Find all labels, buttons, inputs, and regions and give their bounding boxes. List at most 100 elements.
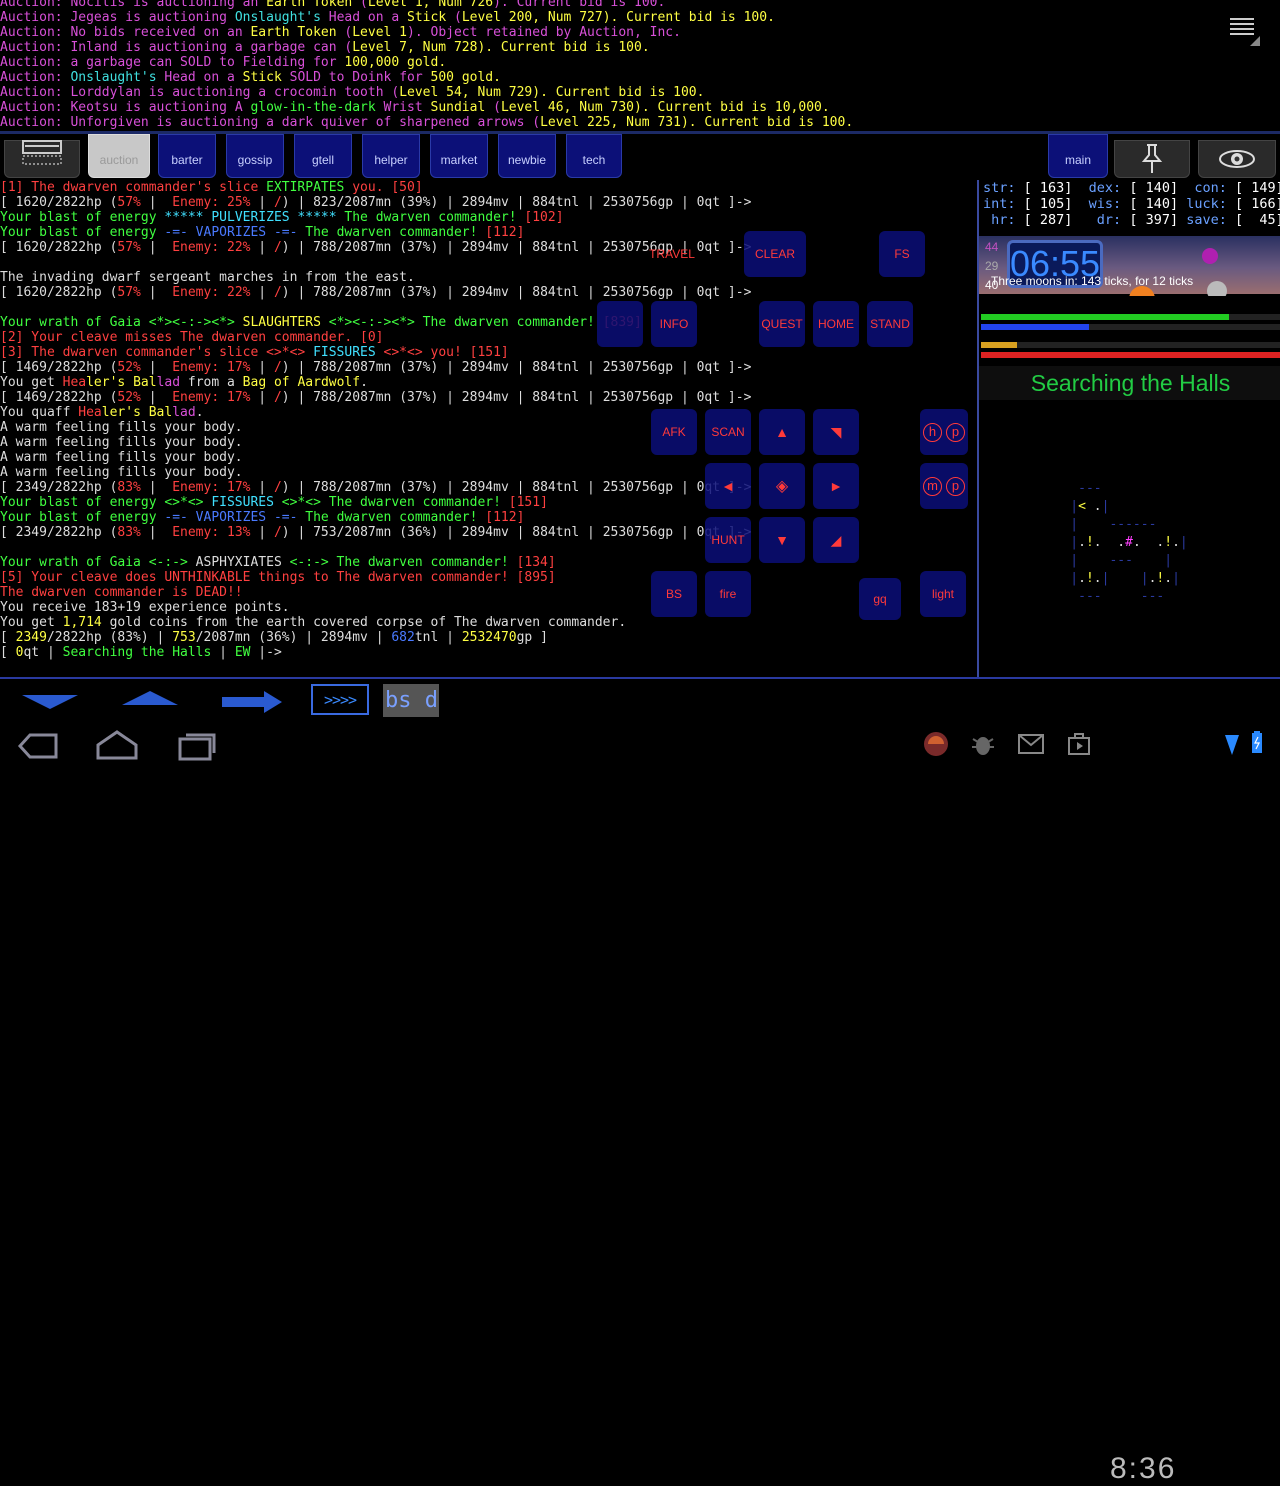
tab-auction[interactable]: auction [88, 134, 150, 178]
pin-icon [1141, 144, 1163, 173]
home-button[interactable]: HOME [813, 301, 859, 347]
fire-button[interactable]: fire [705, 571, 751, 617]
text-segment: ). Current bid is 100. [532, 85, 705, 100]
tab-main[interactable]: main [1048, 134, 1108, 178]
tab-eye[interactable] [1198, 140, 1276, 178]
move-northeast-button[interactable]: ◥ [813, 409, 859, 455]
hunt-button[interactable]: HUNT [705, 517, 751, 563]
text-segment: < [1078, 499, 1086, 514]
text-segment: . [1164, 571, 1173, 586]
text-segment: You get [0, 375, 63, 390]
c1-button[interactable]: c1 [597, 301, 643, 347]
text-segment: 500 [430, 70, 454, 85]
tab-barter[interactable]: barter [158, 134, 216, 178]
text-segment: [1] The dwarven commander's slice [0, 180, 267, 195]
scroll-up-icon[interactable] [122, 687, 178, 707]
output-line: You quaff Healer's Ballad. [0, 405, 751, 420]
auto-send-toggle[interactable]: >>>> [311, 684, 369, 715]
moon-clock-widget: 44 29 40 06:55 Three moons in: 143 ticks… [979, 236, 1280, 312]
move-east-button[interactable]: ► [813, 463, 859, 509]
store-icon[interactable] [1066, 732, 1092, 756]
text-segment: a garbage can [70, 55, 181, 70]
mail-icon[interactable] [1018, 734, 1044, 754]
tab-newbie[interactable]: newbie [498, 134, 556, 178]
auction-line: Auction: No bids received on an Earth To… [0, 25, 853, 40]
text-segment: -=- VAPORIZES -=- [164, 510, 298, 525]
output-line: Your wrath of Gaia <-:-> ASPHYXIATES <-:… [0, 555, 751, 570]
text-segment: Wrist [375, 100, 431, 115]
text-segment: gold. [454, 70, 501, 85]
tab-gtell[interactable]: gtell [294, 134, 352, 178]
stat-row: str: [ 163] dex: [ 140] con: [ 149] [983, 180, 1280, 196]
text-segment: Your blast of energy <>*<> [0, 495, 212, 510]
tab-market[interactable]: market [430, 134, 488, 178]
text-segment: <*><-:-><*> The dwarven commander! [320, 315, 603, 330]
text-segment: | [250, 390, 274, 405]
travel-button[interactable]: TRAVEL [645, 231, 699, 277]
quest-button[interactable]: QUEST [759, 301, 805, 347]
recent-apps-icon[interactable] [178, 731, 218, 761]
text-segment: | [140, 285, 173, 300]
text-segment: ! [1164, 535, 1173, 550]
text-segment: | [1179, 535, 1188, 550]
auction-channel-output[interactable]: Auction: Nocilis is auctioning an Earth … [0, 0, 1280, 131]
moves-bar [981, 342, 1280, 348]
clear-button[interactable]: CLEAR [744, 231, 806, 277]
tab-keyboard[interactable] [4, 140, 80, 178]
home-icon[interactable] [94, 729, 140, 761]
move-south-button[interactable]: ▼ [759, 517, 805, 563]
text-segment: / [273, 390, 282, 405]
move-west-button[interactable]: ◄ [705, 463, 751, 509]
tab-tech[interactable]: tech [566, 134, 622, 178]
scroll-down-icon[interactable] [22, 691, 78, 711]
text-segment: . [360, 375, 368, 390]
fs-button[interactable]: FS [879, 231, 925, 277]
overflow-menu-icon[interactable] [1230, 18, 1254, 38]
text-segment: Auction: [0, 85, 71, 100]
move-southeast-button[interactable]: ◢ [813, 517, 859, 563]
input-bar: >>>> bs d [0, 677, 1280, 723]
red-moon-icon [1202, 248, 1218, 264]
ascii-map: --- |< .| | ------ |.!. .#. .!.| | --- |… [979, 438, 1280, 677]
stand-button[interactable]: STAND [867, 301, 913, 347]
map-row: --- [1039, 480, 1188, 498]
output-line: The invading dwarf sergeant marches in f… [0, 270, 751, 285]
tab-pin[interactable] [1114, 140, 1190, 178]
info-button[interactable]: INFO [651, 301, 697, 347]
light-button[interactable]: light [920, 571, 966, 617]
mp-macro-button[interactable]: mp [920, 463, 968, 509]
look-button[interactable]: ◈ [759, 463, 805, 509]
tab-helper[interactable]: helper [362, 134, 420, 178]
text-segment: Enemy: 17% [172, 480, 251, 495]
output-line: A warm feeling fills your body. [0, 450, 751, 465]
text-segment: Earth Token [250, 25, 337, 40]
text-segment: --- [1078, 553, 1133, 568]
debug-icon[interactable] [970, 731, 996, 757]
text-segment: Level 54, Num 729 [399, 85, 533, 100]
output-line: [ 1620/2822hp (57% | Enemy: 22% | /) | 7… [0, 240, 751, 255]
map-row: | ------ [1039, 516, 1188, 534]
text-segment: Your wrath of Gaia <-:-> [0, 555, 196, 570]
afk-button[interactable]: AFK [651, 409, 697, 455]
bs-button[interactable]: BS [651, 571, 697, 617]
gq-button[interactable]: gq [859, 578, 901, 620]
hp-macro-button[interactable]: hp [920, 409, 968, 455]
command-input[interactable]: bs d [383, 684, 439, 717]
text-segment: EW [234, 645, 251, 660]
resize-corner-icon [1250, 36, 1260, 46]
text-segment: A warm feeling fills your body. [0, 435, 243, 450]
output-line: [5] Your cleave does UNTHINKABLE things … [0, 570, 751, 585]
move-north-button[interactable]: ▲ [759, 409, 805, 455]
text-segment: you. [50] [344, 180, 423, 195]
tab-gossip[interactable]: gossip [226, 134, 284, 178]
text-segment: Enemy: 17% [172, 390, 251, 405]
output-line: You get Healer's Ballad from a Bag of Aa… [0, 375, 751, 390]
text-segment: | [1039, 499, 1079, 514]
send-arrow-icon[interactable] [222, 685, 282, 719]
text-segment: [ 105] [1023, 196, 1073, 212]
text-segment: A warm feeling fills your body. [0, 465, 243, 480]
text-segment: ***** PULVERIZES ***** [164, 210, 337, 225]
app-notification-icon[interactable] [922, 730, 950, 758]
scan-button[interactable]: SCAN [705, 409, 751, 455]
back-icon[interactable] [16, 731, 58, 761]
